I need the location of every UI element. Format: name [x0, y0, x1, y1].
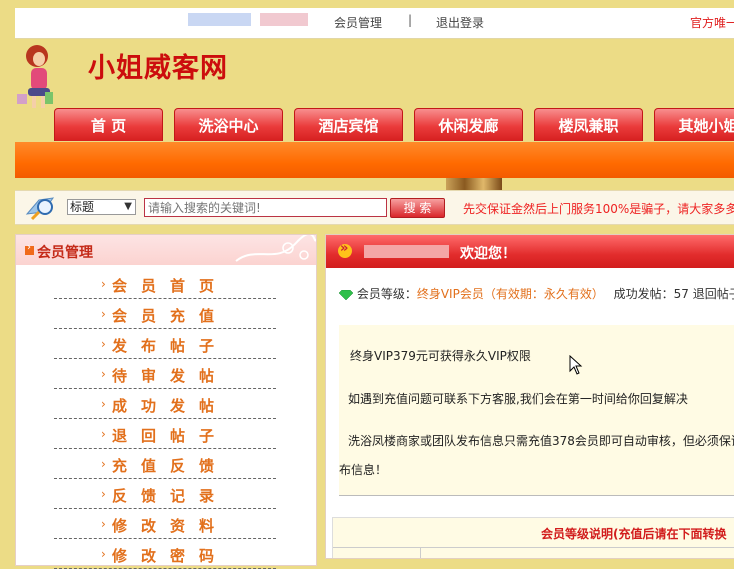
sidebar-item-member-home[interactable]: › 会员首页	[54, 269, 276, 299]
logo-area: 小姐威客网	[15, 40, 734, 110]
sidebar-item-label: 会员首页	[112, 277, 229, 295]
member-info-row: 会员等级：终身VIP会员（有效期：永久有效） 成功发帖：57 退回帖子：	[339, 285, 734, 302]
nav-tab-parttime[interactable]: 楼凤兼职	[534, 108, 643, 141]
scam-warning-text: 先交保证金然后上门服务100%是骗子，请大家多多关	[463, 202, 734, 216]
sidebar-item-edit-profile[interactable]: › 修改资料	[54, 509, 276, 539]
floral-decoration-icon	[235, 235, 316, 262]
level-description-table: 会员等级说明(充值后请在下面转换	[332, 517, 734, 558]
logout-link[interactable]: 退出登录	[436, 14, 484, 31]
official-link[interactable]: 官方唯一	[690, 14, 734, 31]
sidebar-item-label: 退回帖子	[112, 427, 229, 445]
bullet-icon	[25, 242, 34, 255]
sidebar-item-label: 修改密码	[112, 547, 229, 565]
chevron-down-icon: ▼	[124, 201, 132, 212]
table-cell-divider	[420, 548, 421, 558]
search-input[interactable]	[144, 198, 387, 217]
diamond-icon	[339, 289, 353, 300]
sidebar-item-publish-post[interactable]: › 发布帖子	[54, 329, 276, 359]
post-stats: 成功发帖：57 退回帖子：	[613, 287, 734, 301]
chevron-right-icon: ›	[101, 517, 106, 531]
chevron-right-icon: ›	[101, 427, 106, 441]
sidebar-title: 会员管理	[37, 245, 93, 261]
sidebar-item-recharge-feedback[interactable]: › 充值反馈	[54, 449, 276, 479]
sidebar-item-pending-posts[interactable]: › 待审发帖	[54, 359, 276, 389]
nav-tab-bath-center[interactable]: 洗浴中心	[174, 108, 283, 141]
nav-tab-hotel[interactable]: 酒店宾馆	[294, 108, 403, 141]
nav-tab-home[interactable]: 首 页	[54, 108, 163, 141]
sidebar-item-recharge[interactable]: › 会员充值	[54, 299, 276, 329]
user-id-blurred	[260, 13, 308, 26]
chevron-right-icon: ›	[101, 367, 106, 381]
search-type-select[interactable]: 标题 ▼	[67, 199, 136, 215]
sidebar-item-returned-posts[interactable]: › 退回帖子	[54, 419, 276, 449]
sidebar-item-label: 充值反馈	[112, 457, 229, 475]
table-divider	[333, 547, 734, 548]
sidebar-item-feedback-records[interactable]: › 反馈记录	[54, 479, 276, 509]
sidebar-item-label: 反馈记录	[112, 487, 229, 505]
top-bar: 会员管理 | 退出登录 官方唯一	[15, 8, 734, 39]
level-table-title: 会员等级说明(充值后请在下面转换	[541, 527, 727, 541]
member-notice-box: 终身VIP379元可获得永久VIP权限 如遇到充值问题可联系下方客服,我们会在第…	[339, 325, 734, 496]
search-type-value: 标题	[70, 200, 95, 214]
magnifier-icon	[25, 197, 55, 221]
sidebar-item-label: 修改资料	[112, 517, 229, 535]
chevron-right-icon: ›	[101, 307, 106, 321]
chevron-right-icon: ›	[101, 547, 106, 561]
search-button[interactable]: 搜 索	[390, 198, 445, 218]
member-sidebar: 会员管理 › 会员首页 › 会员充值 › 发布帖子 › 待审发帖 › 成功发帖 › 退回帖子…	[15, 234, 317, 569]
sidebar-item-label: 发布帖子	[112, 337, 229, 355]
top-separator: |	[408, 13, 413, 27]
nav-tab-salon[interactable]: 休闲发廊	[414, 108, 523, 141]
notice-line-vip-price: 终身VIP379元可获得永久VIP权限	[350, 349, 531, 363]
chevron-right-icon: ›	[101, 397, 106, 411]
member-main-panel: 欢迎您！ 会员等级：终身VIP会员（有效期：永久有效） 成功发帖：57 退回帖子…	[325, 234, 734, 559]
fast-forward-icon	[338, 241, 352, 258]
username-blurred	[188, 13, 251, 26]
lady-logo-icon	[17, 45, 53, 108]
mouse-cursor-icon	[569, 355, 583, 375]
username-blurred	[364, 245, 449, 258]
welcome-text: 欢迎您！	[460, 246, 516, 262]
level-value: 终身VIP会员（有效期：永久有效）	[416, 287, 604, 301]
chevron-right-icon: ›	[101, 337, 106, 351]
nav-tab-others[interactable]: 其她小姐	[654, 108, 734, 141]
sidebar-item-successful-posts[interactable]: › 成功发帖	[54, 389, 276, 419]
site-title[interactable]: 小姐威客网	[88, 46, 228, 85]
sidebar-menu: › 会员首页 › 会员充值 › 发布帖子 › 待审发帖 › 成功发帖 › 退回帖子 › 充值反…	[54, 269, 276, 569]
welcome-header: 欢迎您！	[326, 235, 734, 268]
sidebar-item-change-password[interactable]: › 修改密码	[54, 539, 276, 569]
sidebar-header: 会员管理	[16, 235, 316, 265]
level-label: 会员等级：	[356, 287, 417, 301]
notice-line-merchant: 洗浴凤楼商家或团队发布信息只需充值378会员即可自动审核，但必须保证	[348, 434, 734, 448]
sidebar-item-label: 会员充值	[112, 307, 229, 325]
member-manage-link[interactable]: 会员管理	[334, 14, 382, 31]
orange-banner-bar	[15, 142, 734, 178]
notice-line-support: 如遇到充值问题可联系下方客服,我们会在第一时间给你回复解决	[348, 392, 688, 406]
sidebar-item-label: 待审发帖	[112, 367, 229, 385]
main-nav: 首 页 洗浴中心 酒店宾馆 休闲发廊 楼凤兼职 其她小姐	[0, 108, 734, 144]
chevron-right-icon: ›	[101, 277, 106, 291]
search-bar: 标题 ▼ 搜 索 先交保证金然后上门服务100%是骗子，请大家多多关	[15, 190, 734, 225]
sidebar-item-label: 成功发帖	[112, 397, 229, 415]
chevron-right-icon: ›	[101, 457, 106, 471]
notice-line-end: 布信息！	[339, 463, 388, 477]
chevron-right-icon: ›	[101, 487, 106, 501]
